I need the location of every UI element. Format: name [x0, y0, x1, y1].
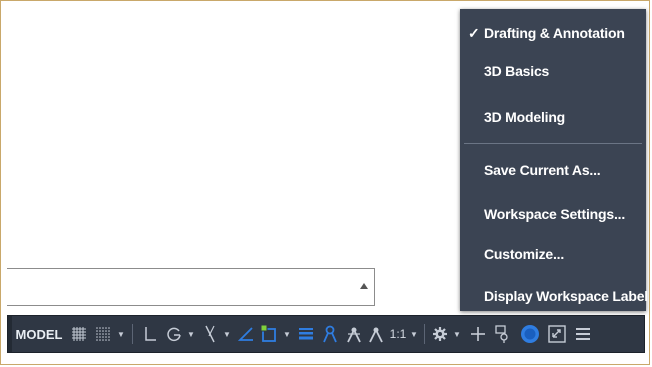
isolate-objects-icon[interactable] — [492, 316, 514, 352]
annotation-visibility-icon[interactable] — [320, 316, 340, 352]
separator — [424, 324, 425, 344]
customization-menu-icon[interactable] — [572, 316, 594, 352]
separator — [132, 324, 133, 344]
menu-item-3d-modeling[interactable]: 3D Modeling — [460, 102, 646, 132]
menu-item-workspace-settings[interactable]: Workspace Settings... — [460, 199, 646, 229]
ortho-icon[interactable] — [140, 316, 160, 352]
grid-icon[interactable] — [68, 316, 90, 352]
application-window: ✓ Drafting & Annotation 3D Basics 3D Mod… — [0, 0, 650, 365]
menu-item-customize[interactable]: Customize... — [460, 239, 646, 269]
annotation-scale-dropdown-arrow-icon[interactable]: ▼ — [408, 316, 420, 352]
menu-item-label: Customize... — [484, 246, 565, 262]
isometric-drafting-icon[interactable] — [200, 316, 220, 352]
snap-mode-icon[interactable] — [92, 316, 114, 352]
menu-item-label: 3D Basics — [484, 63, 550, 79]
menu-item-3d-basics[interactable]: 3D Basics — [460, 56, 646, 86]
plus-icon[interactable] — [468, 316, 488, 352]
annotation-scale-value[interactable]: 1:1 — [388, 316, 408, 352]
object-snap-icon[interactable] — [258, 316, 280, 352]
status-bar: MODEL ▼ ▼ ▼ ▼ 1:1 ▼ ▼ — [7, 315, 645, 353]
polar-tracking-icon[interactable] — [164, 316, 184, 352]
isometric-dropdown-arrow-icon[interactable]: ▼ — [221, 316, 233, 352]
lineweight-icon[interactable] — [296, 316, 316, 352]
menu-item-save-current-as[interactable]: Save Current As... — [460, 155, 646, 185]
auto-scale-icon[interactable] — [344, 316, 364, 352]
status-bar-grip — [8, 316, 12, 352]
menu-item-display-workspace-label[interactable]: Display Workspace Label — [460, 281, 648, 311]
menu-item-label: 3D Modeling — [484, 109, 566, 125]
object-snap-dropdown-arrow-icon[interactable]: ▼ — [281, 316, 293, 352]
menu-item-label: Drafting & Annotation — [484, 25, 625, 41]
workspace-switching-gear-icon[interactable] — [430, 316, 450, 352]
workspace-dropdown-arrow-icon[interactable]: ▼ — [451, 316, 463, 352]
menu-item-label: Display Workspace Label — [484, 288, 648, 304]
menu-item-label: Save Current As... — [484, 162, 601, 178]
clean-screen-icon[interactable] — [546, 316, 568, 352]
check-mark-icon: ✓ — [468, 25, 480, 41]
menu-divider — [464, 143, 642, 144]
model-space-button[interactable]: MODEL — [14, 316, 64, 352]
menu-item-label: Workspace Settings... — [484, 206, 626, 222]
workspace-menu: ✓ Drafting & Annotation 3D Basics 3D Mod… — [460, 9, 648, 311]
object-snap-tracking-icon[interactable] — [236, 316, 256, 352]
command-line-window[interactable] — [7, 268, 375, 306]
menu-item-drafting-annotation[interactable]: ✓ Drafting & Annotation — [460, 18, 646, 48]
snap-dropdown-arrow-icon[interactable]: ▼ — [115, 316, 127, 352]
annotation-scale-icon[interactable] — [366, 316, 386, 352]
hardware-acceleration-icon[interactable] — [518, 316, 542, 352]
polar-dropdown-arrow-icon[interactable]: ▼ — [185, 316, 197, 352]
command-history-up-arrow-icon[interactable] — [360, 283, 368, 289]
drawing-canvas[interactable] — [2, 2, 462, 267]
